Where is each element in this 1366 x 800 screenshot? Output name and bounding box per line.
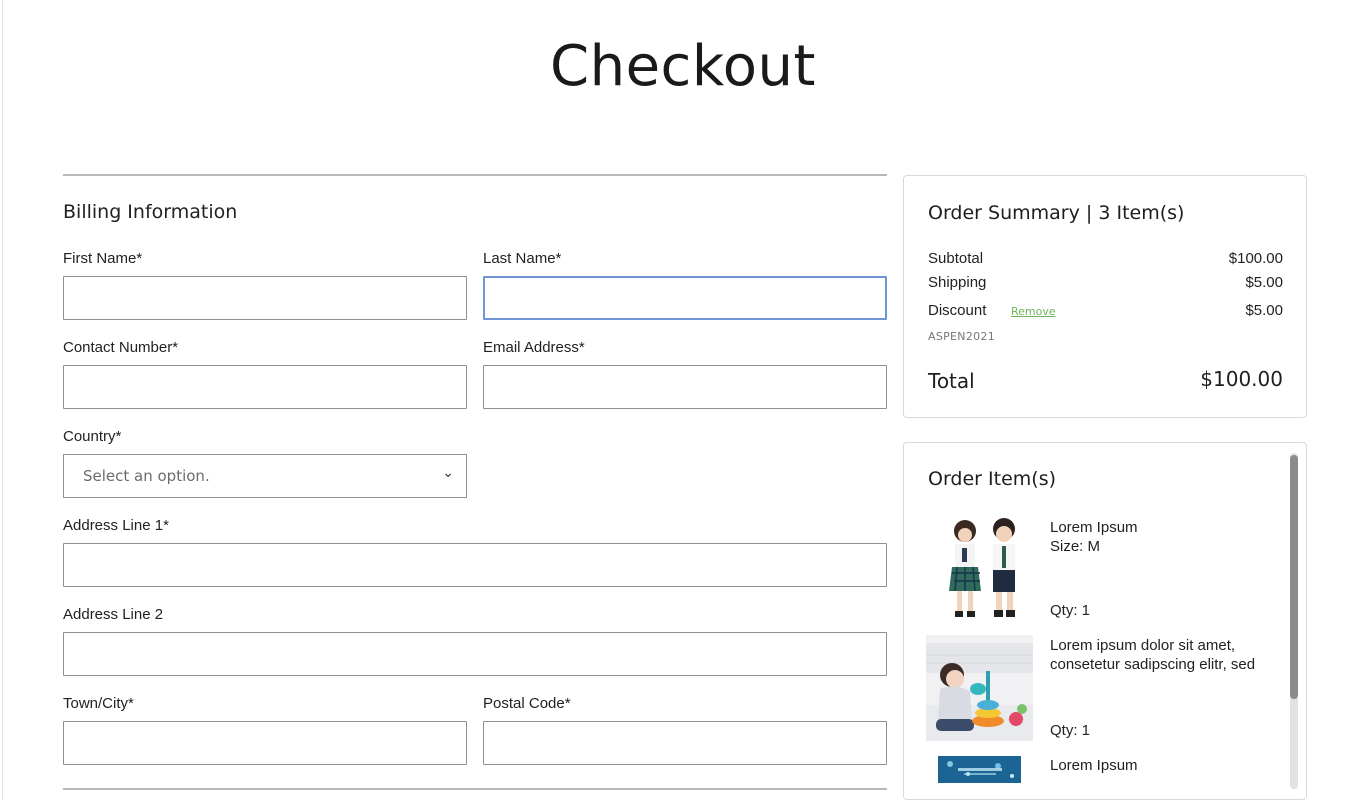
contact-number-label: Contact Number* (63, 339, 179, 356)
town-city-input[interactable] (63, 721, 467, 765)
discount-label: Discount (928, 302, 987, 319)
item-2-name: Lorem ipsum dolor sit amet, consetetur s… (1050, 637, 1256, 673)
first-name-label: First Name* (63, 250, 143, 267)
chevron-down-icon: ⌄ (442, 465, 454, 481)
order-summary-title: Order Summary | 3 Item(s) (928, 202, 1185, 224)
postal-code-input[interactable] (483, 721, 887, 765)
shipping-value: $5.00 (1245, 274, 1283, 291)
item-1-qty: Qty: 1 (1050, 602, 1091, 619)
billing-section: Billing Information First Name* Last Nam… (63, 174, 887, 800)
discount-value: $5.00 (1245, 302, 1283, 319)
town-city-label: Town/City* (63, 695, 134, 712)
total-label: Total (928, 369, 975, 393)
email-input[interactable] (483, 365, 887, 409)
subtotal-value: $100.00 (1228, 250, 1283, 267)
item-2-qty: Qty: 1 (1050, 722, 1091, 739)
coupon-code: ASPEN2021 (928, 330, 996, 343)
country-label: Country* (63, 428, 122, 445)
order-summary-card: Order Summary | 3 Item(s) Subtotal $100.… (903, 175, 1307, 418)
item-1-size: Size: M (1050, 538, 1101, 555)
item-1-name: Lorem Ipsum (1050, 519, 1138, 536)
first-name-input[interactable] (63, 276, 467, 320)
country-selected-value: Select an option. (83, 467, 210, 485)
item-3-name: Lorem Ipsum (1050, 757, 1138, 774)
address-line-1-label: Address Line 1* (63, 517, 169, 534)
contact-number-input[interactable] (63, 365, 467, 409)
email-label: Email Address* (483, 339, 585, 356)
last-name-input[interactable] (483, 276, 887, 320)
country-select[interactable]: Select an option. ⌄ (63, 454, 467, 498)
address-line-2-label: Address Line 2 (63, 606, 164, 623)
item-image-children-uniform (932, 515, 1038, 621)
top-divider (63, 174, 887, 176)
billing-title: Billing Information (63, 201, 238, 223)
total-value: $100.00 (1200, 367, 1283, 391)
address-line-1-input[interactable] (63, 543, 887, 587)
last-name-label: Last Name* (483, 250, 562, 267)
subtotal-label: Subtotal (928, 250, 984, 267)
item-image-blue-book (938, 756, 1021, 783)
postal-code-label: Postal Code* (483, 695, 571, 712)
order-items-card: Order Item(s) Lorem Ipsum Size: M Qty: 1… (903, 442, 1307, 800)
page-title: Checkout (550, 34, 816, 99)
item-image-baby-stacking-rings (926, 635, 1033, 741)
order-items-title: Order Item(s) (928, 468, 1057, 490)
bottom-divider (63, 788, 887, 790)
address-line-2-input[interactable] (63, 632, 887, 676)
order-items-scrollbar[interactable] (1290, 453, 1298, 789)
remove-discount-link[interactable]: Remove (1011, 305, 1056, 318)
page-edge-divider (2, 0, 3, 800)
order-items-scrollbar-thumb[interactable] (1290, 455, 1298, 699)
shipping-label: Shipping (928, 274, 987, 291)
